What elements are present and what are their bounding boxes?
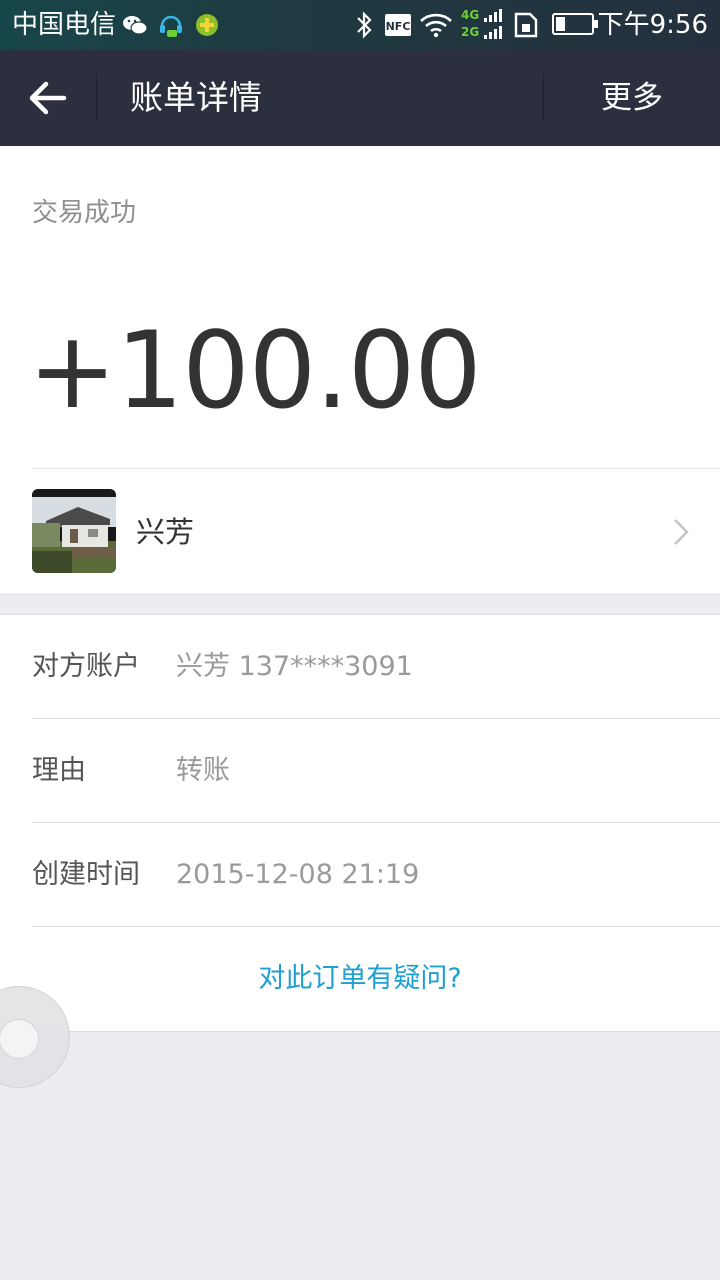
wechat-icon <box>123 16 148 35</box>
transaction-details: 对方账户 兴芳 137****3091 理由 转账 创建时间 2015-12-0… <box>0 614 720 1032</box>
detail-label: 理由 <box>32 755 86 786</box>
detail-value: 转账 <box>176 755 230 786</box>
battery-level <box>556 17 565 31</box>
detail-row-counterparty: 对方账户 兴芳 137****3091 <box>0 615 720 719</box>
nfc-icon: NFC <box>385 14 411 36</box>
security-plus-icon <box>196 14 218 36</box>
detail-row-created-time: 创建时间 2015-12-08 21:19 <box>0 823 720 927</box>
detail-label: 对方账户 <box>32 651 140 682</box>
svg-text:4G: 4G <box>461 8 479 22</box>
avatar-photo <box>32 489 116 573</box>
svg-text:NFC: NFC <box>386 20 411 33</box>
transaction-status: 交易成功 <box>32 198 137 228</box>
order-question-link[interactable]: 对此订单有疑问? <box>0 927 720 1031</box>
chevron-right-icon <box>674 519 689 545</box>
qq-service-icon <box>160 15 182 37</box>
battery-icon <box>552 13 598 35</box>
carrier-label: 中国电信 <box>12 10 117 40</box>
cellular-signal-icon: 4G 2G <box>461 8 502 39</box>
avatar <box>32 489 116 573</box>
svg-text:2G: 2G <box>461 25 479 39</box>
transaction-amount: +100.00 <box>28 309 482 432</box>
nav-divider-left <box>96 74 97 122</box>
floating-ball-icon <box>0 1019 39 1059</box>
transaction-summary: 交易成功 +100.00 兴芳 <box>0 146 720 593</box>
payer-row[interactable]: 兴芳 <box>0 469 720 593</box>
detail-value: 兴芳 137****3091 <box>176 651 413 682</box>
sim-card-icon <box>514 12 538 38</box>
wifi-icon <box>420 13 452 38</box>
nav-bar: 账单详情 更多 <box>0 50 720 146</box>
detail-label: 创建时间 <box>32 859 140 890</box>
status-bar: 中国电信 NFC 4G 2G 下午9:56 <box>0 0 720 50</box>
payer-name: 兴芳 <box>136 515 195 549</box>
page-title: 账单详情 <box>130 78 262 117</box>
more-button[interactable]: 更多 <box>544 50 720 146</box>
detail-value: 2015-12-08 21:19 <box>176 859 420 890</box>
back-button[interactable] <box>0 50 96 146</box>
clock: 下午9:56 <box>597 10 708 40</box>
back-arrow-icon <box>29 81 67 115</box>
detail-row-reason: 理由 转账 <box>0 719 720 823</box>
bluetooth-icon <box>357 11 372 39</box>
